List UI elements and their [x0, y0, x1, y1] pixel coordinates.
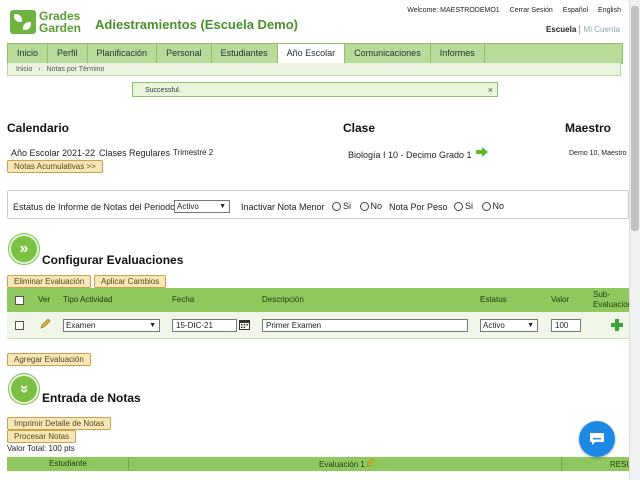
- breadcrumb-separator: ›: [38, 66, 41, 73]
- total-value: Valor Total: 100 pts: [7, 444, 75, 453]
- status-label: Estatus de Informe de Notas del Periodo: [13, 202, 176, 212]
- col-divider: [128, 457, 129, 471]
- col-evaluacion[interactable]: Evaluación 1: [319, 460, 365, 469]
- peso-no-radio[interactable]: [481, 202, 491, 212]
- inactivar-si-radio[interactable]: [332, 202, 341, 212]
- success-message: Successful. ×: [132, 82, 498, 97]
- lang-es-link[interactable]: Español: [563, 7, 588, 14]
- switch-school-link[interactable]: Escuela: [546, 25, 576, 34]
- process-grades-button[interactable]: Procesar Notas: [7, 430, 77, 443]
- pencil-icon[interactable]: [365, 458, 375, 468]
- apply-changes-button[interactable]: Aplicar Cambios: [94, 275, 167, 288]
- logout-link[interactable]: Cerrar Sesión: [510, 7, 553, 14]
- calendar-icon[interactable]: [239, 319, 250, 330]
- tab-planificacion[interactable]: Planificación: [88, 44, 158, 63]
- calendar-title: Calendario: [7, 121, 70, 135]
- tab-inicio[interactable]: Inicio: [8, 44, 49, 63]
- school-title: Adiestramientos (Escuela Demo): [95, 17, 299, 32]
- col-ver: Ver: [38, 295, 51, 304]
- grades-garden-logo-icon[interactable]: [10, 10, 36, 34]
- peso-label: Nota Por Peso: [389, 202, 448, 212]
- tipo-actividad-select[interactable]: Examen ▼: [63, 319, 160, 332]
- grades-title: Entrada de Notas: [42, 391, 141, 405]
- peso-radio-group: Si No: [448, 201, 504, 212]
- col-estatus: Estatus: [480, 295, 507, 304]
- fecha-input[interactable]: 15-DIC-21: [172, 319, 237, 332]
- clase-title: Clase: [343, 121, 376, 135]
- descripcion-input[interactable]: Primer Examen: [262, 319, 468, 332]
- main-nav: Inicio Perfil Planificación Personal Est…: [7, 43, 623, 65]
- tab-perfil[interactable]: Perfil: [48, 44, 88, 63]
- lang-en-link[interactable]: English: [598, 7, 621, 14]
- status-select[interactable]: Activo ▼: [174, 200, 230, 213]
- success-text: Successful.: [145, 87, 181, 94]
- tab-comunicaciones[interactable]: Comunicaciones: [345, 44, 431, 63]
- chat-button[interactable]: [579, 421, 615, 457]
- print-detail-button[interactable]: Imprimir Detalle de Notas: [7, 417, 112, 430]
- calendar-term: Trimestre 2: [173, 148, 214, 157]
- tab-informes[interactable]: Informes: [431, 44, 485, 63]
- maestro-title: Maestro: [565, 121, 612, 135]
- add-evaluation-button[interactable]: Agregar Evaluación: [7, 353, 91, 366]
- col-fecha: Fecha: [172, 295, 195, 304]
- peso-si-radio[interactable]: [454, 202, 463, 212]
- add-sub-evaluation-icon[interactable]: [611, 319, 623, 331]
- context-switcher: Escuela Mi Cuenta: [546, 25, 620, 34]
- maestro-value: Demo 10, Maestro: [569, 150, 627, 157]
- top-links: Welcome: MAESTRODEMO1 Cerrar Sesión Espa…: [399, 7, 621, 14]
- estatus-select[interactable]: Activo ▼: [480, 319, 538, 332]
- tab-estudiantes[interactable]: Estudiantes: [212, 44, 278, 63]
- col-divider: [561, 457, 562, 471]
- col-tipo: Tipo Actividad: [63, 295, 113, 304]
- chevron-right-icon[interactable]: »: [9, 234, 39, 264]
- row-checkbox[interactable]: [15, 321, 24, 330]
- clase-value: Biología I 10 - Decimo Grado 1: [348, 150, 472, 160]
- tab-ano-escolar[interactable]: Año Escolar: [277, 44, 346, 65]
- select-all-checkbox[interactable]: [15, 296, 24, 305]
- arrow-right-icon[interactable]: [476, 146, 488, 158]
- inactivar-label: Inactivar Nota Menor: [241, 202, 325, 212]
- delete-evaluation-button[interactable]: Eliminar Evaluación: [7, 275, 92, 288]
- config-title: Configurar Evaluaciones: [42, 253, 184, 267]
- switch-account-link[interactable]: Mi Cuenta: [578, 25, 620, 34]
- inactivar-no-radio[interactable]: [359, 202, 369, 212]
- tab-personal[interactable]: Personal: [157, 44, 212, 63]
- grades-table-header: Estudiante Evaluación 1 RESU: [7, 457, 632, 471]
- logo-text: Grades Garden: [39, 9, 82, 35]
- pencil-icon[interactable]: [39, 318, 51, 330]
- col-estudiante: Estudiante: [49, 459, 87, 468]
- breadcrumb-home[interactable]: Inicio: [16, 66, 32, 73]
- col-valor: Valor: [551, 295, 570, 304]
- breadcrumb-current: Notas por Término: [46, 66, 105, 73]
- chevron-down-icon[interactable]: »: [9, 374, 39, 404]
- notas-acumulativas-button[interactable]: Notas Acumulativas >>: [7, 160, 103, 173]
- evaluation-row: Examen ▼ 15-DIC-21 Primer Examen Activo ▼ …: [7, 312, 629, 339]
- valor-input[interactable]: 100: [551, 319, 581, 332]
- col-sub-evaluacion: Sub- Evaluacion: [593, 290, 633, 309]
- welcome-text: Welcome: MAESTRODEMO1: [407, 7, 500, 14]
- chat-bubble-icon: [590, 433, 604, 445]
- calendar-classes: Clases Regulares: [99, 148, 171, 158]
- scrollbar-thumb[interactable]: [631, 6, 639, 231]
- col-descripcion: Descripción: [262, 295, 304, 304]
- evaluations-table-header: Ver Tipo Actividad Fecha Descripción Est…: [7, 288, 633, 312]
- inactivar-radio-group: Si No: [326, 201, 382, 212]
- breadcrumb: Inicio › Notas por Término: [7, 63, 621, 76]
- calendar-year: Año Escolar 2021-22: [11, 148, 96, 158]
- close-icon[interactable]: ×: [488, 83, 493, 98]
